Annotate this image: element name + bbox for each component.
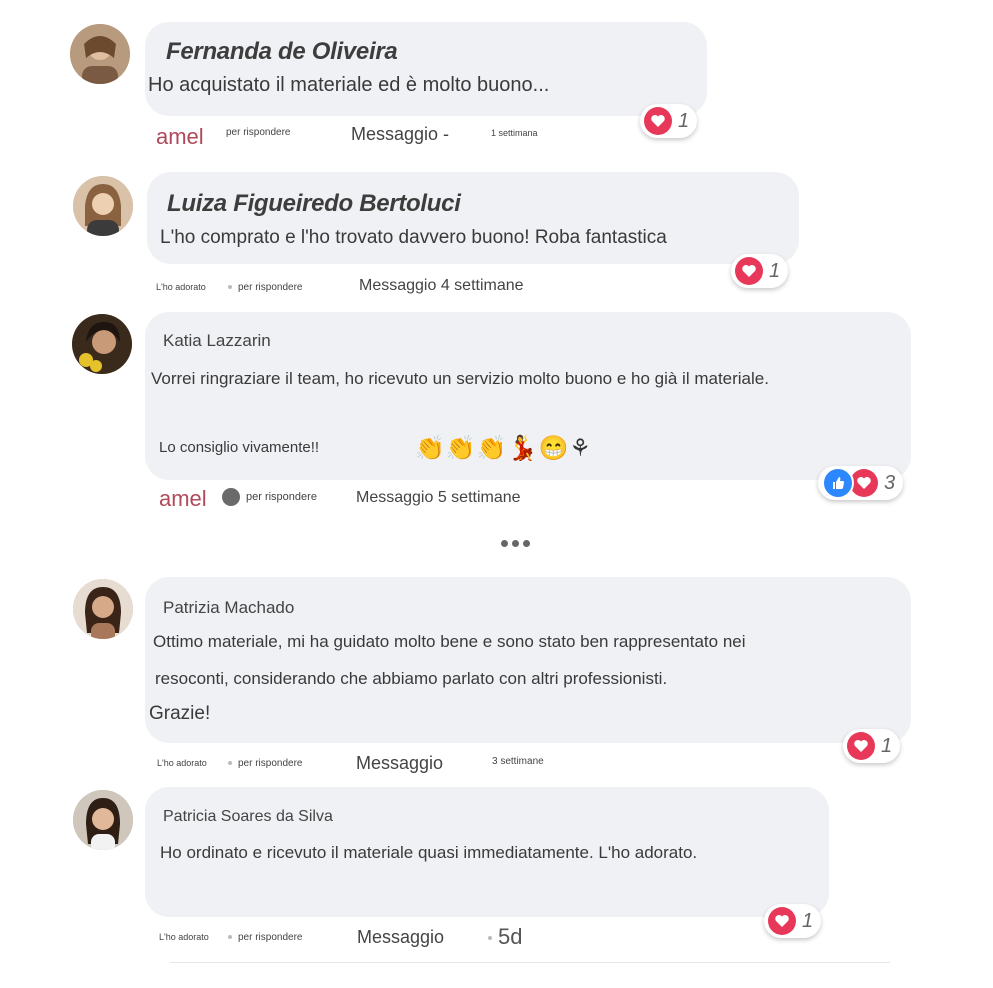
- comment-text: Vorrei ringraziare il team, ho ricevuto …: [151, 369, 769, 388]
- reply-link[interactable]: per rispondere: [228, 758, 302, 769]
- avatar[interactable]: [73, 176, 133, 236]
- reaction-summary[interactable]: 1: [640, 104, 698, 138]
- reply-link[interactable]: per rispondere: [228, 282, 302, 293]
- message-link[interactable]: Messaggio: [357, 927, 444, 948]
- avatar[interactable]: [70, 24, 130, 84]
- heart-icon: [847, 732, 875, 760]
- comment-text: Ho acquistato il materiale ed è molto bu…: [148, 74, 550, 96]
- comment-text: L'ho comprato e l'ho trovato davvero buo…: [160, 227, 667, 248]
- like-link[interactable]: amel: [159, 486, 207, 512]
- divider: [170, 962, 890, 963]
- heart-icon: [644, 107, 672, 135]
- comment-author[interactable]: Luiza Figueiredo Bertoluci: [167, 190, 461, 218]
- comment-emojis: 👏👏👏💃😁⚘: [415, 435, 592, 462]
- avatar[interactable]: [73, 579, 133, 639]
- like-icon: [822, 467, 854, 499]
- reply-link[interactable]: per rispondere: [226, 127, 290, 138]
- reply-link[interactable]: per rispondere: [222, 488, 317, 506]
- message-link[interactable]: Messaggio -: [351, 124, 449, 145]
- avatar[interactable]: [72, 314, 132, 374]
- reaction-count: 3: [884, 471, 896, 494]
- like-link[interactable]: L'ho adorato: [157, 758, 207, 768]
- comment-time: 1 settimana: [491, 128, 538, 138]
- more-icon[interactable]: [501, 540, 530, 547]
- comment-bubble: [147, 172, 799, 264]
- comment-text: resoconti, considerando che abbiamo parl…: [155, 669, 668, 688]
- message-link[interactable]: Messaggio 4 settimane: [359, 277, 524, 295]
- comment-time: 5d: [488, 924, 522, 950]
- comment-text: Lo consiglio vivamente!!: [159, 439, 320, 456]
- reaction-summary[interactable]: 3: [818, 466, 904, 500]
- reaction-count: 1: [881, 734, 893, 757]
- reply-link[interactable]: per rispondere: [228, 932, 302, 943]
- comment-author[interactable]: Fernanda de Oliveira: [166, 38, 398, 66]
- message-link[interactable]: Messaggio 5 settimane: [356, 489, 521, 507]
- avatar[interactable]: [73, 790, 133, 850]
- like-link[interactable]: L'ho adorato: [156, 282, 206, 292]
- comment-author[interactable]: Katia Lazzarin: [163, 331, 271, 351]
- heart-icon: [768, 907, 796, 935]
- comment-bubble: [145, 22, 707, 116]
- reaction-summary[interactable]: 1: [764, 904, 822, 938]
- reaction-summary[interactable]: 1: [731, 254, 789, 288]
- comment-author[interactable]: Patrizia Machado: [163, 598, 294, 618]
- reaction-count: 1: [678, 109, 690, 132]
- reaction-count: 1: [802, 909, 814, 932]
- message-link[interactable]: Messaggio: [356, 753, 443, 774]
- heart-icon: [850, 469, 878, 497]
- like-link[interactable]: amel: [156, 124, 204, 150]
- comment-author[interactable]: Patricia Soares da Silva: [163, 808, 333, 826]
- reaction-count: 1: [769, 259, 781, 282]
- comment-text: Grazie!: [149, 703, 211, 724]
- like-link[interactable]: L'ho adorato: [159, 932, 209, 942]
- comment-text: Ho ordinato e ricevuto il materiale quas…: [160, 843, 698, 862]
- comment-time: 3 settimane: [492, 756, 544, 767]
- heart-icon: [735, 257, 763, 285]
- comment-text: Ottimo materiale, mi ha guidato molto be…: [153, 632, 746, 651]
- reaction-summary[interactable]: 1: [843, 729, 901, 763]
